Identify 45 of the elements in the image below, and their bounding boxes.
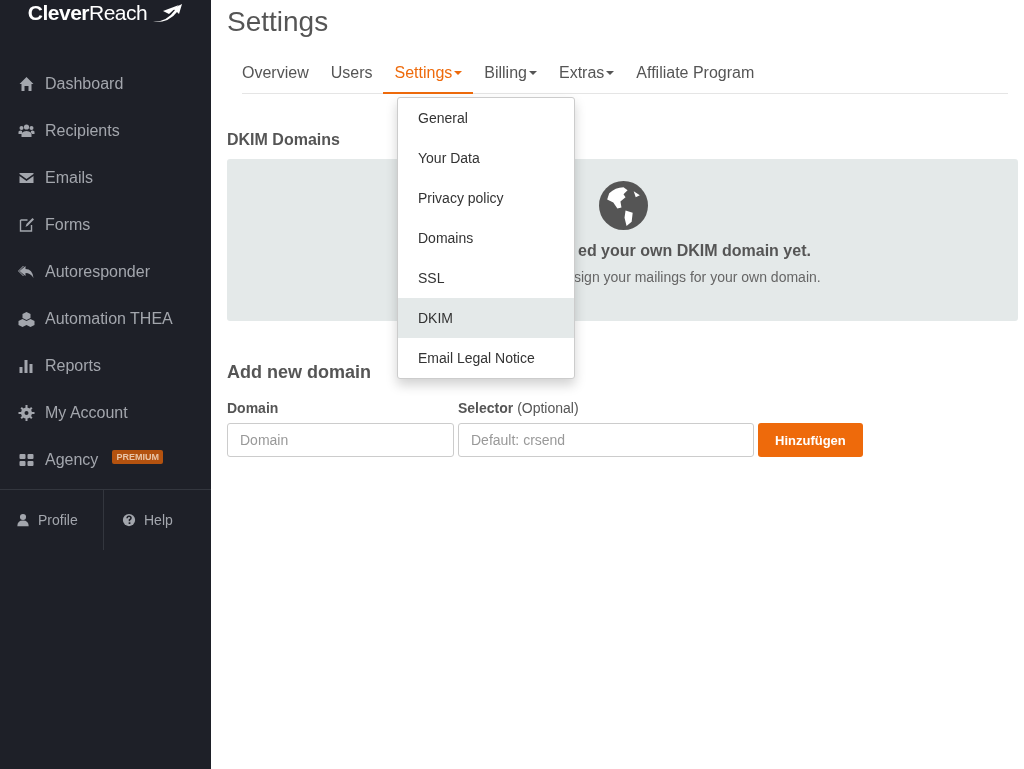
tab[interactable]: Extras <box>547 56 626 94</box>
field-label: Selector (Optional) <box>458 400 580 416</box>
footer-link[interactable]: Profile <box>0 490 103 550</box>
empty-state-text: sign your mailings for your own domain. <box>574 269 821 285</box>
sidebar-item[interactable]: Dashboard <box>0 60 211 107</box>
section-title: DKIM Domains <box>227 131 341 149</box>
sidebar-item[interactable]: Automation THEA <box>0 295 211 342</box>
cubes-icon <box>18 310 35 327</box>
menu-item[interactable]: Your Data <box>398 138 574 178</box>
sidebar-item[interactable]: Agency PREMIUM <box>0 436 211 483</box>
grid-icon <box>18 451 35 468</box>
home-icon <box>18 75 35 92</box>
empty-state-title: ed your own DKIM domain yet. <box>578 242 811 260</box>
sidebar-item[interactable]: Autoresponder <box>0 248 211 295</box>
menu-item[interactable]: SSL <box>398 258 574 298</box>
logo-text[interactable]: CleverReach <box>27 1 148 25</box>
globe-icon <box>599 181 648 230</box>
sidebar-item[interactable]: Reports <box>0 342 211 389</box>
tab[interactable]: Users <box>319 56 384 94</box>
reply-icon <box>18 263 35 280</box>
menu-item[interactable]: Privacy policy <box>398 178 574 218</box>
user-icon <box>16 513 30 527</box>
help-icon <box>122 513 136 527</box>
premium-badge: PREMIUM <box>112 449 163 464</box>
sidebar-item[interactable]: Forms <box>0 201 211 248</box>
input-field[interactable]: Default: crsend <box>458 423 754 457</box>
gear-icon <box>18 404 35 421</box>
menu-item[interactable]: DKIM <box>398 298 574 338</box>
bar-chart-icon <box>18 357 35 374</box>
tab[interactable]: Billing <box>473 56 548 94</box>
menu-item[interactable]: Email Legal Notice <box>398 338 574 378</box>
sidebar-item[interactable]: My Account <box>0 389 211 436</box>
tab[interactable]: Affiliate Program <box>625 56 766 94</box>
footer-link[interactable]: Help <box>103 490 209 550</box>
menu-item[interactable]: Domains <box>398 218 574 258</box>
sidebar-item[interactable]: Recipients <box>0 107 211 154</box>
users-icon <box>18 122 35 139</box>
tab[interactable]: Overview <box>242 56 320 94</box>
page-title: Settings <box>227 6 330 38</box>
field-label: Domain <box>227 400 280 416</box>
sidebar-item[interactable]: Emails <box>0 154 211 201</box>
input-field[interactable]: Domain <box>227 423 454 457</box>
edit-icon <box>18 216 35 233</box>
form-title: Add new domain <box>227 362 372 383</box>
menu-item[interactable]: General <box>398 98 574 138</box>
